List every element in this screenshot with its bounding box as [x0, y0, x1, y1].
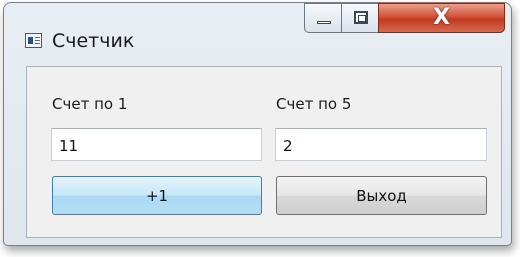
- label-count-by-5: Счет по 5: [276, 95, 352, 113]
- maximize-button[interactable]: [341, 3, 379, 33]
- count-by-1-field[interactable]: 11: [51, 128, 262, 161]
- close-icon: X: [433, 5, 450, 30]
- minimize-button[interactable]: [304, 3, 342, 33]
- increment-button-label: +1: [145, 186, 169, 205]
- app-window: Счетчик X Счет по 1 Счет по 5 11 2 +1 Вы…: [3, 2, 512, 246]
- app-window-icon[interactable]: [25, 33, 42, 48]
- title-bar[interactable]: Счетчик X: [4, 3, 511, 61]
- exit-button-label: Выход: [356, 186, 407, 205]
- count-by-5-field[interactable]: 2: [275, 128, 487, 161]
- minimize-icon: [317, 21, 331, 24]
- exit-button[interactable]: Выход: [276, 176, 487, 215]
- maximize-icon: [354, 11, 368, 24]
- client-area: Счет по 1 Счет по 5 11 2 +1 Выход: [26, 66, 502, 238]
- increment-button[interactable]: +1: [52, 176, 262, 215]
- window-title: Счетчик: [52, 30, 135, 52]
- close-button[interactable]: X: [378, 3, 505, 33]
- label-count-by-1: Счет по 1: [52, 95, 128, 113]
